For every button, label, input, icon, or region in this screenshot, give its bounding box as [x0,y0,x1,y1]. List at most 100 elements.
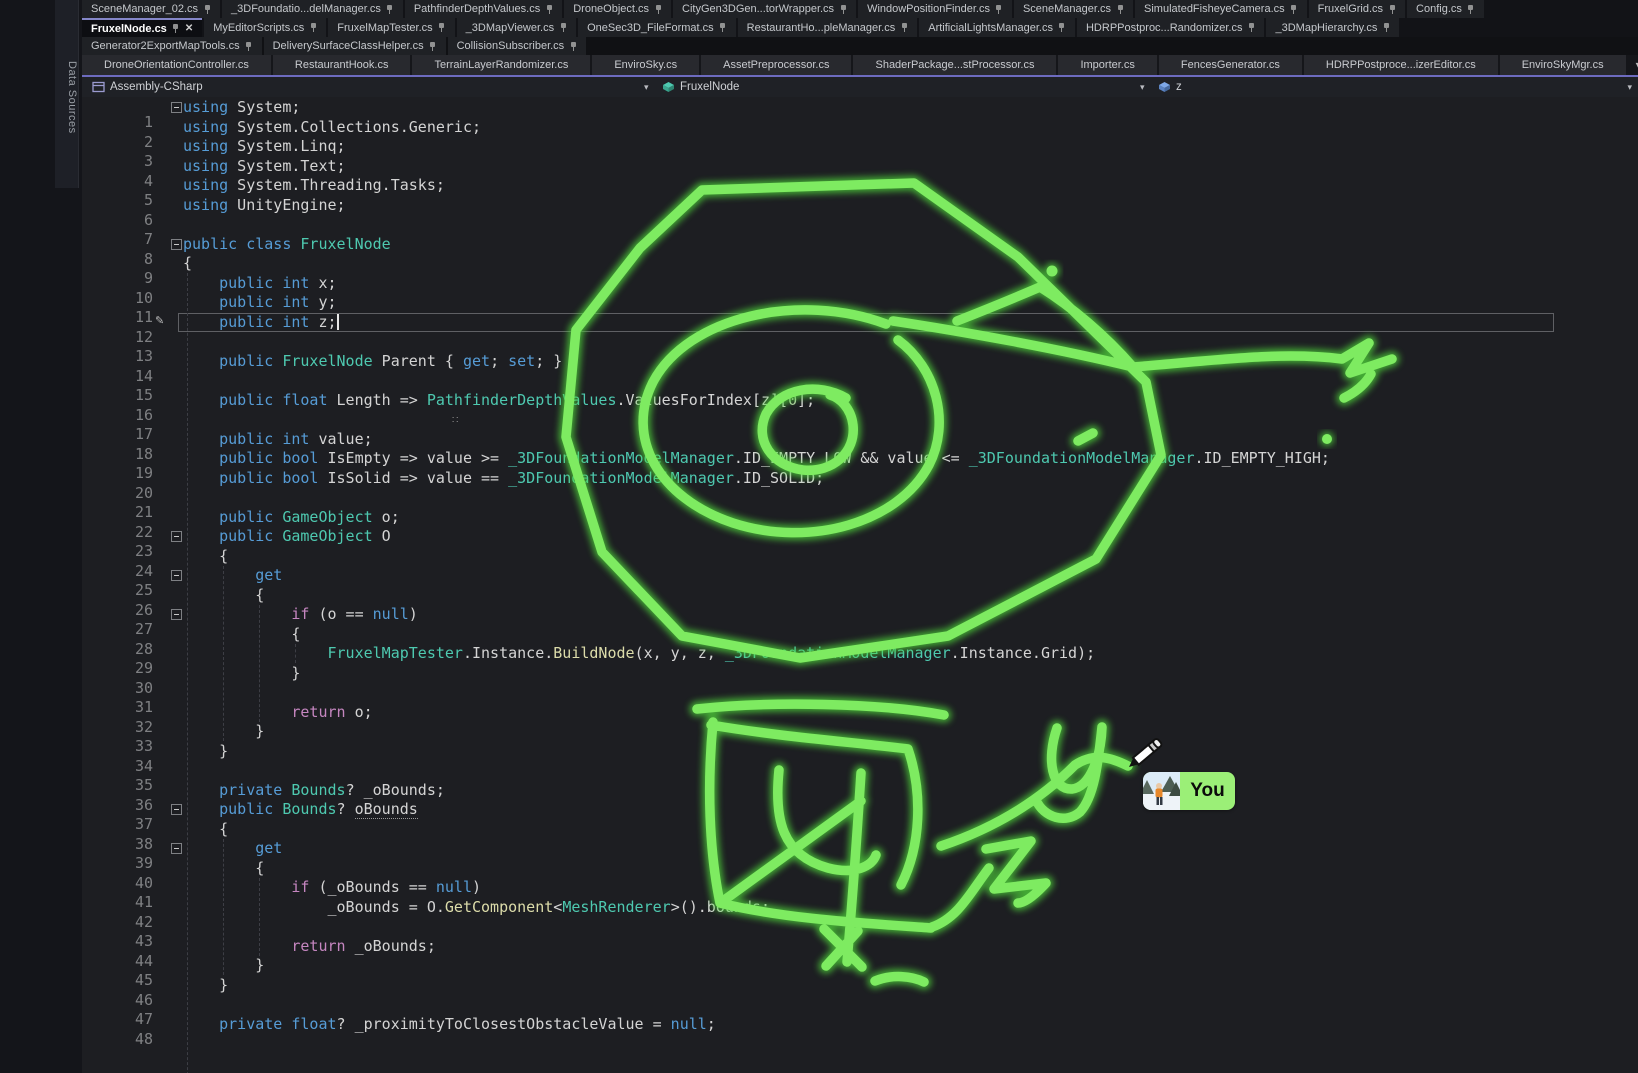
assembly-icon [92,81,105,93]
tab-label: HDRPPostproce...izerEditor.cs [1326,59,1476,71]
pin-icon[interactable] [839,4,847,15]
project-dropdown-chevron[interactable]: ▾ [644,77,649,97]
tab-pathfinderdepthvalues-cs[interactable]: PathfinderDepthValues.cs [405,0,562,18]
pin-icon[interactable] [545,4,553,15]
tool-tab-data-sources[interactable]: Data Sources [55,0,79,188]
tab-droneobject-cs[interactable]: DroneObject.cs [564,0,671,18]
pin-icon[interactable] [429,41,437,52]
pin-icon[interactable] [900,22,908,33]
fold-collapse-marker[interactable] [171,570,182,581]
tab-label: PathfinderDepthValues.cs [414,3,540,15]
fold-collapse-marker[interactable] [171,804,182,815]
tab-label: DroneObject.cs [573,3,649,15]
tab-enviroskymgr-cs[interactable]: EnviroSkyMgr.cs [1500,55,1626,75]
tab-label: CollisionSubscriber.cs [457,40,565,52]
member-name: z [1176,81,1182,93]
tab-label: FruxelGrid.cs [1318,3,1383,15]
tab-hdrppostproc-randomizer-cs[interactable]: HDRPPostproc...Randomizer.cs [1077,18,1265,37]
tab-label: EnviroSkyMgr.cs [1522,59,1604,71]
field-icon [1158,81,1171,93]
tab-fencesgenerator-cs[interactable]: FencesGenerator.cs [1159,55,1302,75]
code-line-2: using System.Collections.Generic; [183,118,1330,138]
close-icon[interactable]: ✕ [185,24,193,34]
tab-restauranthook-cs[interactable]: RestaurantHook.cs [273,55,411,75]
pin-icon[interactable] [309,22,317,33]
tab-generator2exportmaptools-cs[interactable]: Generator2ExportMapTools.cs [82,37,262,55]
member-dropdown[interactable]: z [1158,77,1182,97]
tab-overflow-chevron-icon[interactable]: ▾ [1628,60,1638,71]
pin-icon[interactable] [1247,22,1255,33]
pin-icon[interactable] [1388,4,1396,15]
pin-icon[interactable] [569,41,577,52]
indent-guide [223,839,224,975]
code-line-19: public bool IsEmpty => value >= _3DFound… [183,449,1330,469]
code-line-40: { [183,859,1330,879]
tab-envirosky-cs[interactable]: EnviroSky.cs [592,55,699,75]
tab-simulatedfisheyecamera-cs[interactable]: SimulatedFisheyeCamera.cs [1135,0,1307,18]
tab-fruxelmaptester-cs[interactable]: FruxelMapTester.cs [328,18,454,37]
type-dropdown[interactable]: FruxelNode [662,77,739,97]
tab-assetpreprocessor-cs[interactable]: AssetPreprocessor.cs [701,55,851,75]
code-line-20: public bool IsSolid => value == _3DFound… [183,469,1330,489]
pin-icon[interactable] [654,4,662,15]
vs-window: Data Sources SceneManager_02.cs _3DFounda… [0,0,1638,1073]
tab-terrainlayerrandomizer-cs[interactable]: TerrainLayerRandomizer.cs [412,55,590,75]
tab-restaurantho-plemanager-cs[interactable]: RestaurantHo...pleManager.cs [738,18,918,37]
tab-importer-cs[interactable]: Importer.cs [1058,55,1156,75]
tab-label: Generator2ExportMapTools.cs [91,40,240,52]
pin-icon[interactable] [172,23,180,34]
member-dropdown-chevron[interactable]: ▾ [1627,77,1632,97]
fold-collapse-marker[interactable] [171,102,182,113]
tab-label: _3DFoundatio...delManager.cs [231,3,381,15]
tab-citygen3dgen-torwrapper-cs[interactable]: CityGen3DGen...torWrapper.cs [673,0,856,18]
code-line-47 [183,995,1330,1015]
tab--3dmaphierarchy-cs[interactable]: _3DMapHierarchy.cs [1266,18,1399,37]
tab--3dfoundatio-delmanager-cs[interactable]: _3DFoundatio...delManager.cs [222,0,403,18]
tab-deliverysurfaceclasshelper-cs[interactable]: DeliverySurfaceClassHelper.cs [264,37,446,55]
pin-icon[interactable] [559,22,567,33]
code-editor[interactable]: 1 2 3 4 5 6 7 8 9 10 11 12 13 14 15 16 1… [82,97,1638,1073]
tab-shaderpackage-stprocessor-cs[interactable]: ShaderPackage...stProcessor.cs [853,55,1056,75]
tab-windowpositionfinder-cs[interactable]: WindowPositionFinder.cs [858,0,1012,18]
fold-collapse-marker[interactable] [171,531,182,542]
chevron-down-icon: ▾ [1140,82,1145,93]
pin-icon[interactable] [438,22,446,33]
code-line-5: using System.Threading.Tasks; [183,176,1330,196]
tab-onesec3d-fileformat-cs[interactable]: OneSec3D_FileFormat.cs [578,18,736,37]
tab-droneorientationcontroller-cs[interactable]: DroneOrientationController.cs [82,55,271,75]
tab-config-cs[interactable]: Config.cs [1407,0,1484,18]
pin-icon[interactable] [1382,22,1390,33]
pin-icon[interactable] [386,4,394,15]
tab-myeditorscripts-cs[interactable]: MyEditorScripts.cs [204,18,326,37]
code-line-32: return o; [183,703,1330,723]
code-line-34: } [183,742,1330,762]
pin-icon[interactable] [1116,4,1124,15]
tab--3dmapviewer-cs[interactable]: _3DMapViewer.cs [457,18,576,37]
pin-icon[interactable] [719,22,727,33]
pin-icon[interactable] [203,4,211,15]
type-dropdown-chevron[interactable]: ▾ [1140,77,1145,97]
pin-icon[interactable] [1058,22,1066,33]
tab-fruxelgrid-cs[interactable]: FruxelGrid.cs [1309,0,1405,18]
fold-collapse-marker[interactable] [171,609,182,620]
line-number-gutter[interactable]: 1 2 3 4 5 6 7 8 9 10 11 12 13 14 15 16 1… [82,113,153,1049]
document-tab-strips: SceneManager_02.cs _3DFoundatio...delMana… [82,0,1638,75]
code-line-27: if (o == null) [183,605,1330,625]
pin-icon[interactable] [995,4,1003,15]
tab-collisionsubscriber-cs[interactable]: CollisionSubscriber.cs [448,37,587,55]
edit-pencil-icon: ✎ [155,314,164,327]
fold-collapse-marker[interactable] [171,239,182,250]
pin-icon[interactable] [1467,4,1475,15]
tab-artificiallightsmanager-cs[interactable]: ArtificialLightsManager.cs [919,18,1075,37]
pin-icon[interactable] [1290,4,1298,15]
project-dropdown[interactable]: Assembly-CSharp [92,77,203,97]
tab-label: Config.cs [1416,3,1462,15]
tab-hdrppostproce-izereditor-cs[interactable]: HDRPPostproce...izerEditor.cs [1304,55,1498,75]
class-icon [662,81,675,93]
tab-scenemanager-02-cs[interactable]: SceneManager_02.cs [82,0,220,18]
tab-fruxelnode-cs[interactable]: FruxelNode.cs✕ [82,18,202,37]
fold-collapse-marker[interactable] [171,843,182,854]
tab-scenemanager-cs[interactable]: SceneManager.cs [1014,0,1133,18]
cursor-owner-label: You [1180,772,1235,810]
pin-icon[interactable] [245,41,253,52]
